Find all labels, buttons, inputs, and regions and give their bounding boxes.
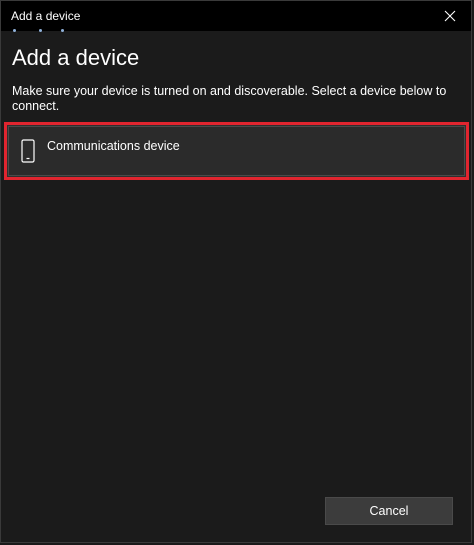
device-item-body: Communications device: [8, 126, 465, 176]
window-title: Add a device: [11, 9, 81, 23]
progress-indicator: [1, 29, 471, 33]
title-bar: Add a device: [1, 1, 471, 33]
progress-dot: [13, 29, 16, 32]
instructions-text: Make sure your device is turned on and d…: [12, 84, 447, 113]
close-icon: [444, 10, 456, 22]
add-device-dialog: Add a device Add a device Make sure your…: [0, 0, 472, 543]
device-item-communications[interactable]: Communications device: [4, 122, 469, 180]
progress-dot: [39, 29, 42, 32]
progress-dot: [61, 29, 64, 32]
phone-icon: [21, 139, 35, 163]
cancel-button[interactable]: Cancel: [325, 497, 453, 525]
page-title: Add a device: [12, 45, 140, 70]
device-name: Communications device: [47, 139, 180, 153]
close-button[interactable]: [429, 1, 471, 31]
